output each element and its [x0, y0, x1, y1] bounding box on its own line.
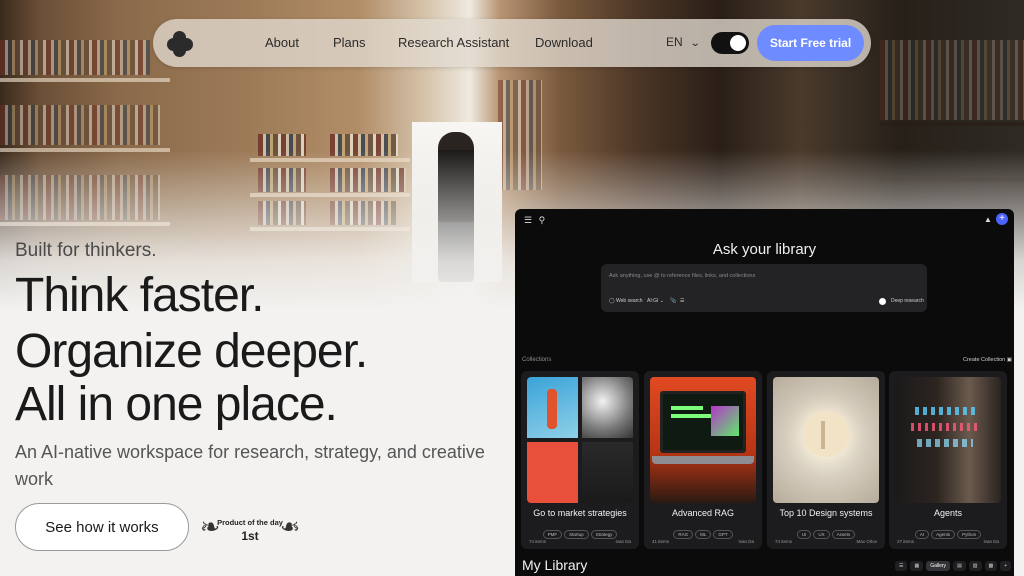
- hero-tagline: Built for thinkers.: [15, 240, 157, 261]
- chevron-down-icon: ⌄: [689, 38, 701, 49]
- tag[interactable]: RAG: [673, 530, 694, 539]
- collections-label: Collections: [522, 357, 552, 363]
- headline-line-3: All in one place.: [15, 378, 338, 431]
- tag[interactable]: UX: [813, 530, 830, 539]
- collection-card[interactable]: Top 10 Design systems UI UX Assets 74 item…: [767, 371, 885, 549]
- nav-link-download[interactable]: Download: [535, 35, 593, 50]
- my-library-title: My Library: [522, 557, 588, 573]
- collection-card[interactable]: Advanced RAG RAG ML GPT 41 items Ivan Da: [644, 371, 762, 549]
- tag[interactable]: PMF: [542, 530, 563, 539]
- collection-owner: Ivan Da: [615, 539, 631, 544]
- collection-name: Advanced RAG: [671, 508, 735, 518]
- hero-subtitle: An AI-native workspace for research, str…: [15, 442, 485, 489]
- tools-icon[interactable]: ☰: [680, 298, 684, 304]
- tag[interactable]: GPT: [713, 530, 733, 539]
- tag[interactable]: Assets: [831, 530, 856, 539]
- list-view-icon[interactable]: ▤: [953, 561, 966, 571]
- collection-item-count: 41 items: [652, 539, 670, 544]
- grid-view-icon[interactable]: ▦: [910, 561, 924, 571]
- web-search-label: Web search: [616, 298, 643, 304]
- app-toolbar-left: ☰ ⚲: [524, 215, 545, 226]
- tag[interactable]: AI: [914, 530, 930, 539]
- collection-item-count: 74 items: [529, 539, 547, 544]
- collection-owner: Ivan Da: [983, 539, 999, 544]
- collection-name: Agents: [933, 508, 963, 518]
- tag[interactable]: Strategy: [590, 530, 618, 539]
- filter-icon[interactable]: ☰: [895, 561, 908, 571]
- web-search-toggle[interactable]: ◯ Web search: [609, 298, 643, 304]
- collection-item-count: 74 items: [775, 539, 793, 544]
- collection-name: Go to market strategies: [533, 508, 627, 518]
- tag[interactable]: Startup: [564, 530, 589, 539]
- tag[interactable]: Python: [957, 530, 982, 539]
- model-selector[interactable]: AI:GI ⌄: [647, 298, 664, 304]
- search-icon[interactable]: ⚲: [539, 215, 546, 225]
- ask-input-box[interactable]: Ask anything, use @ to reference files, …: [601, 264, 927, 312]
- language-selector[interactable]: EN ⌄: [666, 35, 701, 49]
- top-navbar: About Plans Research Assistant Download …: [153, 19, 871, 67]
- see-how-it-works-button[interactable]: See how it works: [15, 503, 189, 551]
- collection-cover-image: [650, 377, 756, 503]
- attach-icon[interactable]: 📎: [670, 298, 676, 304]
- product-of-the-day-badge[interactable]: ❧ ❧ Product of the day 1st: [200, 509, 300, 549]
- ask-library-title: Ask your library: [712, 241, 817, 258]
- ask-input-placeholder: Ask anything, use @ to reference files, …: [609, 273, 756, 279]
- model-label: AI:GI: [647, 298, 659, 304]
- tag[interactable]: UI: [796, 530, 812, 539]
- collection-cover-image: [773, 377, 879, 503]
- add-icon[interactable]: +: [996, 213, 1008, 225]
- deep-research-toggle[interactable]: [879, 298, 886, 305]
- board-view-icon[interactable]: ▧: [968, 561, 982, 571]
- start-free-trial-button[interactable]: Start Free trial: [757, 25, 864, 61]
- app-preview-window: ☰ ⚲ ▲ + Ask your library Ask anything, u…: [515, 209, 1014, 576]
- badge-title: Product of the day: [217, 518, 283, 527]
- nav-link-research-assistant[interactable]: Research Assistant: [398, 35, 509, 50]
- moon-icon: [735, 37, 740, 48]
- nav-link-plans[interactable]: Plans: [333, 35, 366, 50]
- headline-line-1: Think faster.: [15, 269, 264, 322]
- brand-logo-icon[interactable]: [167, 31, 193, 57]
- table-view-icon[interactable]: ▩: [984, 561, 998, 571]
- collection-card[interactable]: Go to market strategies PMF Startup Strate…: [521, 371, 639, 549]
- language-label: EN: [666, 35, 683, 49]
- headline-line-2: Organize deeper.: [15, 325, 368, 378]
- tag[interactable]: Agents: [931, 530, 956, 539]
- gallery-view-button[interactable]: Gallery: [926, 561, 951, 571]
- collection-cover-image: [527, 377, 633, 503]
- collection-cover-image: [895, 377, 1001, 503]
- collection-owner: Max Orlov: [856, 539, 877, 544]
- menu-icon[interactable]: ☰: [524, 215, 532, 225]
- bell-icon[interactable]: ▲: [984, 215, 992, 224]
- badge-rank: 1st: [241, 529, 259, 543]
- view-switcher: ☰ ▦ Gallery ▤ ▧ ▩ +: [895, 561, 1012, 571]
- nav-link-about[interactable]: About: [265, 35, 299, 50]
- deep-research-label: Deep research: [891, 298, 924, 304]
- add-item-icon[interactable]: +: [1000, 561, 1012, 571]
- create-collection-label: Create Collection: [963, 357, 1006, 363]
- collection-owner: Ivan Da: [738, 539, 754, 544]
- tag[interactable]: ML: [695, 530, 712, 539]
- collection-item-count: 27 items: [897, 539, 915, 544]
- collection-name: Top 10 Design systems: [779, 508, 873, 518]
- create-collection-button[interactable]: Create Collection ▣: [963, 357, 1012, 363]
- dark-mode-toggle[interactable]: [711, 32, 749, 54]
- collection-card[interactable]: Agents AI Agents Python 27 items Ivan Da: [889, 371, 1007, 549]
